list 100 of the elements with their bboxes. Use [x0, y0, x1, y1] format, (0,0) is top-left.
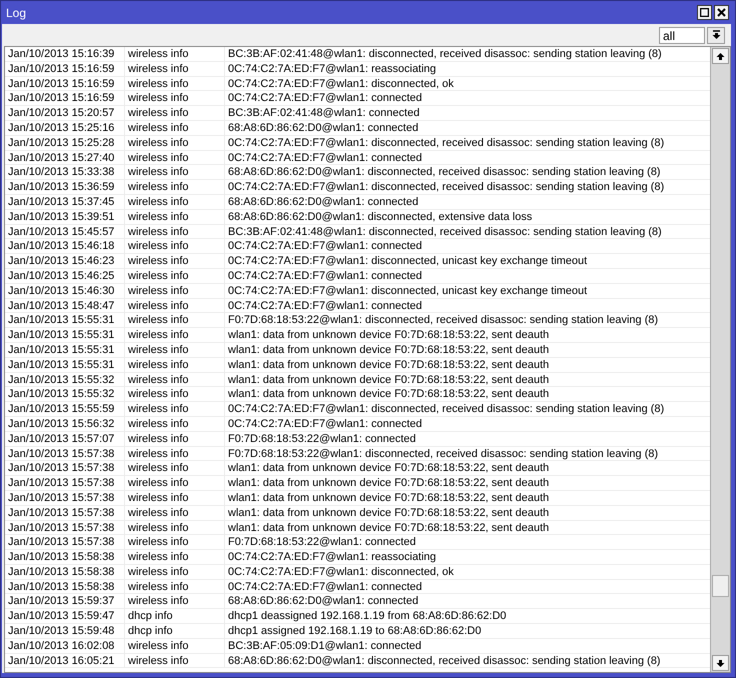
topic-cell: dhcp info: [125, 624, 225, 638]
message-cell-text: wlan1: data from unknown device F0:7D:68:18:53:22, sent deauth: [227, 476, 550, 490]
time-cell: Jan/10/2013 15:16:59: [5, 76, 125, 91]
time-cell: Jan/10/2013 15:48:47: [5, 298, 125, 313]
message-cell-text: wlan1: data from unknown device F0:7D:68:18:53:22, sent deauth: [227, 461, 550, 476]
scroll-up-button[interactable]: [712, 48, 729, 64]
dropdown-button[interactable]: [707, 26, 725, 44]
time-cell: Jan/10/2013 15:57:38: [5, 461, 125, 476]
message-cell-text: 0C:74:C2:7A:ED:F7@wlan1: disconnected, unicast key exchange timeout: [227, 284, 588, 298]
topic-cell: wireless info: [125, 91, 225, 106]
message-cell-text: 68:A8:6D:86:62:D0@wlan1: disconnected, extensive data loss: [227, 210, 534, 224]
time-cell: Jan/10/2013 15:27:40: [5, 150, 125, 165]
message-cell-text: 0C:74:C2:7A:ED:F7@wlan1: connected: [227, 416, 423, 431]
topic-cell: wireless info: [125, 313, 225, 328]
time-cell: Jan/10/2013 15:57:38: [5, 446, 125, 461]
time-cell: Jan/10/2013 16:02:08: [5, 638, 125, 653]
time-cell: Jan/10/2013 15:33:38: [5, 165, 125, 180]
scrollbar[interactable]: [710, 47, 730, 672]
scroll-thumb[interactable]: [712, 575, 729, 597]
time-cell: Jan/10/2013 15:58:38: [5, 580, 125, 594]
time-cell: Jan/10/2013 15:20:57: [5, 106, 125, 120]
time-cell: Jan/10/2013 15:59:48: [5, 624, 125, 638]
maximize-button[interactable]: [697, 5, 712, 20]
topic-cell: wireless info: [125, 402, 225, 416]
time-cell: Jan/10/2013 15:55:32: [5, 387, 125, 402]
time-cell: Jan/10/2013 15:59:37: [5, 594, 125, 608]
message-cell-text: 0C:74:C2:7A:ED:F7@wlan1: connected: [227, 239, 423, 254]
message-cell-text: wlan1: data from unknown device F0:7D:68:18:53:22, sent deauth: [227, 506, 550, 520]
message-cell-text: wlan1: data from unknown device F0:7D:68:18:53:22, sent deauth: [227, 490, 550, 505]
topic-cell: wireless info: [125, 580, 225, 594]
time-cell: Jan/10/2013 15:57:38: [5, 506, 125, 520]
message-cell-text: 0C:74:C2:7A:ED:F7@wlan1: connected: [227, 580, 423, 594]
topic-cell: wireless info: [125, 358, 225, 372]
message-cell-text: 0C:74:C2:7A:ED:F7@wlan1: disconnected, ok: [227, 76, 455, 91]
message-cell-text: 68:A8:6D:86:62:D0@wlan1: connected: [227, 120, 420, 135]
time-cell: Jan/10/2013 15:25:16: [5, 120, 125, 135]
message-cell-text: wlan1: data from unknown device F0:7D:68:18:53:22, sent deauth: [227, 372, 550, 387]
time-cell: Jan/10/2013 15:58:38: [5, 564, 125, 579]
message-cell-text: 0C:74:C2:7A:ED:F7@wlan1: connected: [227, 298, 423, 313]
time-cell: Jan/10/2013 15:25:28: [5, 136, 125, 150]
time-cell: Jan/10/2013 16:05:21: [5, 654, 125, 668]
time-cell: Jan/10/2013 15:57:38: [5, 535, 125, 550]
topic-cell: dhcp info: [125, 609, 225, 624]
time-cell: Jan/10/2013 15:46:25: [5, 268, 125, 283]
topic-cell: wireless info: [125, 432, 225, 446]
topic-cell: wireless info: [125, 194, 225, 209]
topic-cell: wireless info: [125, 594, 225, 608]
window-title: Log: [6, 6, 26, 20]
time-cell: Jan/10/2013 15:59:47: [5, 609, 125, 624]
topic-cell: wireless info: [125, 476, 225, 490]
arrow-up-icon: [716, 52, 725, 60]
topic-cell: wireless info: [125, 298, 225, 313]
time-cell: Jan/10/2013 15:37:45: [5, 194, 125, 209]
topic-cell: wireless info: [125, 638, 225, 653]
topic-cell: wireless info: [125, 254, 225, 268]
message-cell-text: 0C:74:C2:7A:ED:F7@wlan1: reassociating: [227, 62, 438, 76]
topic-cell: wireless info: [125, 506, 225, 520]
message-cell-text: dhcp1 assigned 192.168.1.19 to 68:A8:6D:86:62:D0: [227, 624, 482, 638]
message-cell-text: 68:A8:6D:86:62:D0@wlan1: connected: [227, 194, 420, 209]
time-cell: Jan/10/2013 15:55:59: [5, 402, 125, 416]
topic-cell: wireless info: [125, 416, 225, 431]
time-cell: Jan/10/2013 15:57:07: [5, 432, 125, 446]
time-cell: Jan/10/2013 15:56:32: [5, 416, 125, 431]
topic-cell: wireless info: [125, 268, 225, 283]
message-cell-text: 0C:74:C2:7A:ED:F7@wlan1: disconnected, unicast key exchange timeout: [227, 254, 588, 268]
topic-cell: wireless info: [125, 550, 225, 564]
message-cell-text: wlan1: data from unknown device F0:7D:68:18:53:22, sent deauth: [227, 328, 550, 342]
time-cell: Jan/10/2013 15:55:31: [5, 328, 125, 342]
topic-cell: wireless info: [125, 520, 225, 534]
time-cell: Jan/10/2013 15:58:38: [5, 550, 125, 564]
message-cell-text: F0:7D:68:18:53:22@wlan1: connected: [227, 535, 417, 550]
arrow-down-to-line-icon: [712, 30, 720, 40]
time-cell: Jan/10/2013 15:16:39: [5, 47, 125, 61]
time-cell: Jan/10/2013 15:57:38: [5, 476, 125, 490]
message-cell-text: BC:3B:AF:02:41:48@wlan1: disconnected, received disassoc: sending station leaving (8): [227, 47, 663, 61]
topic-cell: wireless info: [125, 62, 225, 76]
topic-cell: wireless info: [125, 106, 225, 120]
topic-cell: wireless info: [125, 239, 225, 254]
close-button[interactable]: [714, 5, 729, 20]
topic-cell: wireless info: [125, 342, 225, 357]
topic-cell: wireless info: [125, 446, 225, 461]
topic-cell: wireless info: [125, 372, 225, 387]
message-cell-text: wlan1: data from unknown device F0:7D:68:18:53:22, sent deauth: [227, 358, 550, 372]
message-cell-text: wlan1: data from unknown device F0:7D:68:18:53:22, sent deauth: [227, 342, 550, 357]
topic-cell: wireless info: [125, 165, 225, 180]
message-cell-text: F0:7D:68:18:53:22@wlan1: disconnected, received disassoc: sending station leaving (8): [227, 313, 660, 328]
message-cell-text: wlan1: data from unknown device F0:7D:68:18:53:22, sent deauth: [227, 520, 550, 534]
topic-cell: wireless info: [125, 284, 225, 298]
topic-cell: wireless info: [125, 150, 225, 165]
topic-cell: wireless info: [125, 654, 225, 668]
message-cell-text: F0:7D:68:18:53:22@wlan1: disconnected, received disassoc: sending station leaving (8): [227, 446, 660, 461]
topic-cell: wireless info: [125, 535, 225, 550]
message-cell-text: dhcp1 deassigned 192.168.1.19 from 68:A8:6D:86:62:D0: [227, 609, 508, 624]
message-cell-text: 0C:74:C2:7A:ED:F7@wlan1: connected: [227, 268, 423, 283]
message-cell-text: BC:3B:AF:02:41:48@wlan1: disconnected, received disassoc: sending station leaving (8): [227, 224, 663, 239]
scroll-down-button[interactable]: [712, 655, 729, 671]
message-cell-text: wlan1: data from unknown device F0:7D:68:18:53:22, sent deauth: [227, 387, 550, 402]
message-cell-text: BC:3B:AF:05:09:D1@wlan1: connected: [227, 638, 422, 653]
message-cell-text: 0C:74:C2:7A:ED:F7@wlan1: connected: [227, 91, 423, 106]
filter-select[interactable]: all: [659, 26, 705, 44]
